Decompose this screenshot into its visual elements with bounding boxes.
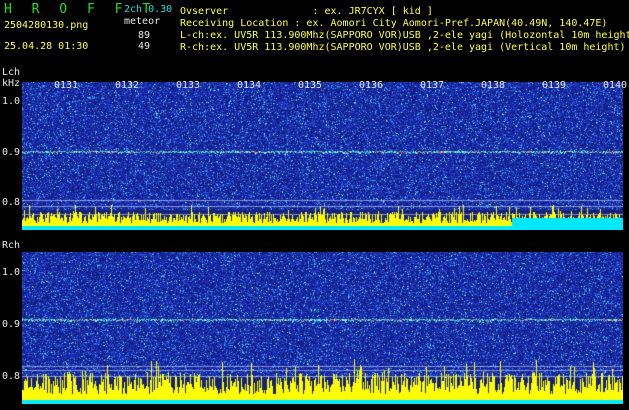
time-label: 0135 — [297, 80, 323, 91]
time-label: 0132 — [114, 80, 140, 91]
time-label: 0136 — [358, 80, 384, 91]
rch-ytick-0.9: 0.9 — [1, 319, 20, 330]
rch-channel-label: Rch — [2, 240, 21, 251]
observer-info: Ovserver : ex. JR7CYX [ kid ] — [180, 6, 433, 17]
lch-info: L-ch:ex. UV5R 113.900Mhz(SAPPORO VOR)USB… — [180, 30, 629, 41]
meteor-rch-count: 49 — [138, 41, 151, 52]
time-label: 0131 — [53, 80, 79, 91]
rch-ytick-0.8: 0.8 — [1, 371, 20, 382]
meteor-label: meteor — [124, 16, 161, 27]
time-label: 0137 — [419, 80, 445, 91]
meteor-lch-count: 89 — [138, 30, 151, 41]
rch-spectrogram — [22, 252, 623, 404]
lch-ytick-1.0: 1.0 — [1, 96, 20, 107]
lch-ytick-0.9: 0.9 — [1, 147, 20, 158]
lch-channel-label: Lch — [2, 67, 21, 78]
time-label: 0134 — [236, 80, 262, 91]
rch-info: R-ch:ex. UV5R 113.900Mhz(SAPPORO VOR)USB… — [180, 42, 626, 53]
location-info: Receiving Location : ex. Aomori City Aom… — [180, 18, 608, 29]
version-label: 2ch 0.30 — [124, 4, 173, 15]
lch-ytick-0.8: 0.8 — [1, 197, 20, 208]
lch-spectrogram — [22, 82, 623, 230]
time-label: 0138 — [480, 80, 506, 91]
file-name: 2504280130.png — [4, 20, 89, 31]
time-label: 0133 — [175, 80, 201, 91]
time-label: 0139 — [541, 80, 567, 91]
lch-unit-label: kHz — [2, 78, 21, 89]
rch-ytick-1.0: 1.0 — [1, 267, 20, 278]
date-time: 25.04.28 01:30 — [4, 41, 89, 52]
time-label: 0140 — [602, 80, 628, 91]
